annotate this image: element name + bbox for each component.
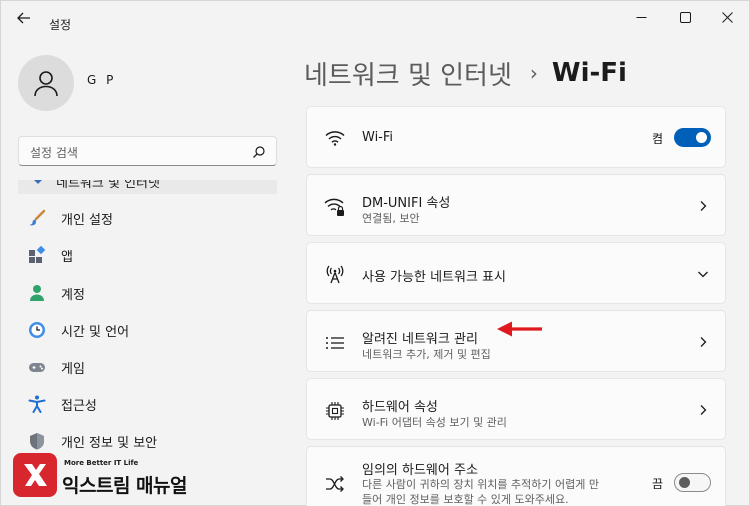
- card-subtitle: Wi-Fi 어댑터 속성 보기 및 관리: [362, 416, 507, 429]
- breadcrumb-parent[interactable]: 네트워크 및 인터넷: [304, 55, 512, 92]
- maximize-button[interactable]: [665, 5, 705, 29]
- chevron-right-icon: [700, 201, 707, 211]
- wifi-secure-icon: [324, 196, 346, 218]
- card-title: 사용 가능한 네트워크 표시: [362, 270, 506, 285]
- back-arrow-icon: [17, 12, 30, 24]
- chip-icon: [324, 400, 346, 422]
- wifi-card[interactable]: Wi-Fi 켬: [306, 106, 726, 168]
- network-icon: [34, 180, 42, 184]
- card-subtitle-line-1: 다른 사람이 귀하의 장치 위치를 추적하기 어렵게 만: [362, 478, 599, 491]
- brush-icon: [27, 208, 47, 228]
- accessibility-icon: [27, 394, 47, 414]
- sidebar-item-personalization[interactable]: 개인 설정: [18, 201, 277, 235]
- sidebar-item-time-language[interactable]: 시간 및 언어: [18, 313, 277, 347]
- back-button[interactable]: [11, 7, 37, 29]
- sidebar-item-label: 앱: [61, 249, 73, 265]
- red-arrow-annotation-icon: [497, 321, 542, 337]
- person-icon: [34, 71, 58, 97]
- clock-globe-icon: [27, 320, 47, 340]
- sidebar-item-label: 네트워크 및 인터넷: [56, 180, 160, 191]
- sidebar-item-label: 개인 정보 및 보안: [61, 435, 158, 451]
- shield-icon: [27, 431, 47, 451]
- close-button[interactable]: [707, 5, 747, 29]
- card-title: DM-UNIFI 속성: [362, 196, 451, 211]
- chevron-right-icon: [700, 405, 707, 415]
- network-properties-card[interactable]: DM-UNIFI 속성 연결됨, 보안: [306, 174, 726, 236]
- watermark-tagline: More Better IT Life: [64, 459, 139, 467]
- sidebar-item-accounts[interactable]: 계정: [18, 276, 277, 310]
- chevron-right-icon: [700, 337, 707, 347]
- card-title: Wi-Fi: [362, 130, 394, 145]
- chevron-down-icon: [698, 271, 708, 278]
- apps-icon: [27, 245, 47, 265]
- sidebar-item-label: 게임: [61, 361, 85, 377]
- random-address-toggle[interactable]: [674, 473, 711, 492]
- search-placeholder: 설정 검색: [30, 146, 78, 160]
- sidebar-item-label: 시간 및 언어: [61, 324, 130, 340]
- watermark-name: 익스트림 매뉴얼: [62, 475, 187, 497]
- settings-window: 설정 G P 설정 검색 네트워크 및 인터넷 개인 설정 앱 계정 시간 및 …: [0, 0, 750, 506]
- shuffle-icon: [324, 473, 346, 495]
- app-title: 설정: [49, 18, 72, 32]
- sidebar-item-label: 계정: [61, 287, 85, 303]
- watermark-logo: [13, 453, 57, 497]
- antenna-icon: [324, 263, 346, 285]
- random-hardware-address-card[interactable]: 임의의 하드웨어 주소 다른 사람이 귀하의 장치 위치를 추적하기 어렵게 만…: [306, 446, 726, 506]
- sidebar-item-privacy[interactable]: 개인 정보 및 보안: [18, 424, 277, 458]
- profile-name: G P: [87, 73, 117, 87]
- minimize-icon: [636, 16, 646, 18]
- wifi-icon: [324, 127, 346, 149]
- minimize-button[interactable]: [621, 5, 661, 29]
- page-title: Wi-Fi: [551, 58, 627, 88]
- sidebar-item-apps[interactable]: 앱: [18, 238, 277, 272]
- available-networks-card[interactable]: 사용 가능한 네트워크 표시: [306, 242, 726, 304]
- card-subtitle: 연결됨, 보안: [362, 212, 420, 225]
- sidebar-item-network-partial[interactable]: 네트워크 및 인터넷: [18, 180, 277, 194]
- sidebar-item-accessibility[interactable]: 접근성: [18, 387, 277, 421]
- search-icon[interactable]: [252, 145, 266, 159]
- sidebar-item-label: 개인 설정: [61, 212, 113, 228]
- card-title: 알려진 네트워크 관리: [362, 332, 478, 347]
- maximize-icon: [679, 11, 691, 23]
- list-icon: [324, 332, 346, 354]
- toggle-state-label: 켬: [651, 132, 663, 146]
- title-bar: 설정: [1, 1, 750, 33]
- breadcrumb-separator: ›: [529, 61, 538, 85]
- card-subtitle: 네트워크 추가, 제거 및 편집: [362, 348, 491, 361]
- wifi-toggle[interactable]: [674, 128, 711, 147]
- account-icon: [27, 283, 47, 303]
- card-title: 하드웨어 속성: [362, 400, 438, 415]
- breadcrumb: 네트워크 및 인터넷 › Wi-Fi: [304, 53, 627, 93]
- close-icon: [721, 11, 733, 23]
- x-logo-icon: [24, 464, 47, 486]
- sidebar-item-gaming[interactable]: 게임: [18, 350, 277, 384]
- avatar[interactable]: [18, 55, 74, 111]
- sidebar-item-label: 접근성: [61, 398, 97, 414]
- search-input[interactable]: 설정 검색: [18, 136, 277, 166]
- toggle-state-label: 끔: [651, 477, 663, 491]
- hardware-properties-card[interactable]: 하드웨어 속성 Wi-Fi 어댑터 속성 보기 및 관리: [306, 378, 726, 440]
- gamepad-icon: [27, 357, 47, 377]
- card-subtitle-line-2: 들어 개인 정보를 보호할 수 있게 도와주세요.: [362, 493, 569, 506]
